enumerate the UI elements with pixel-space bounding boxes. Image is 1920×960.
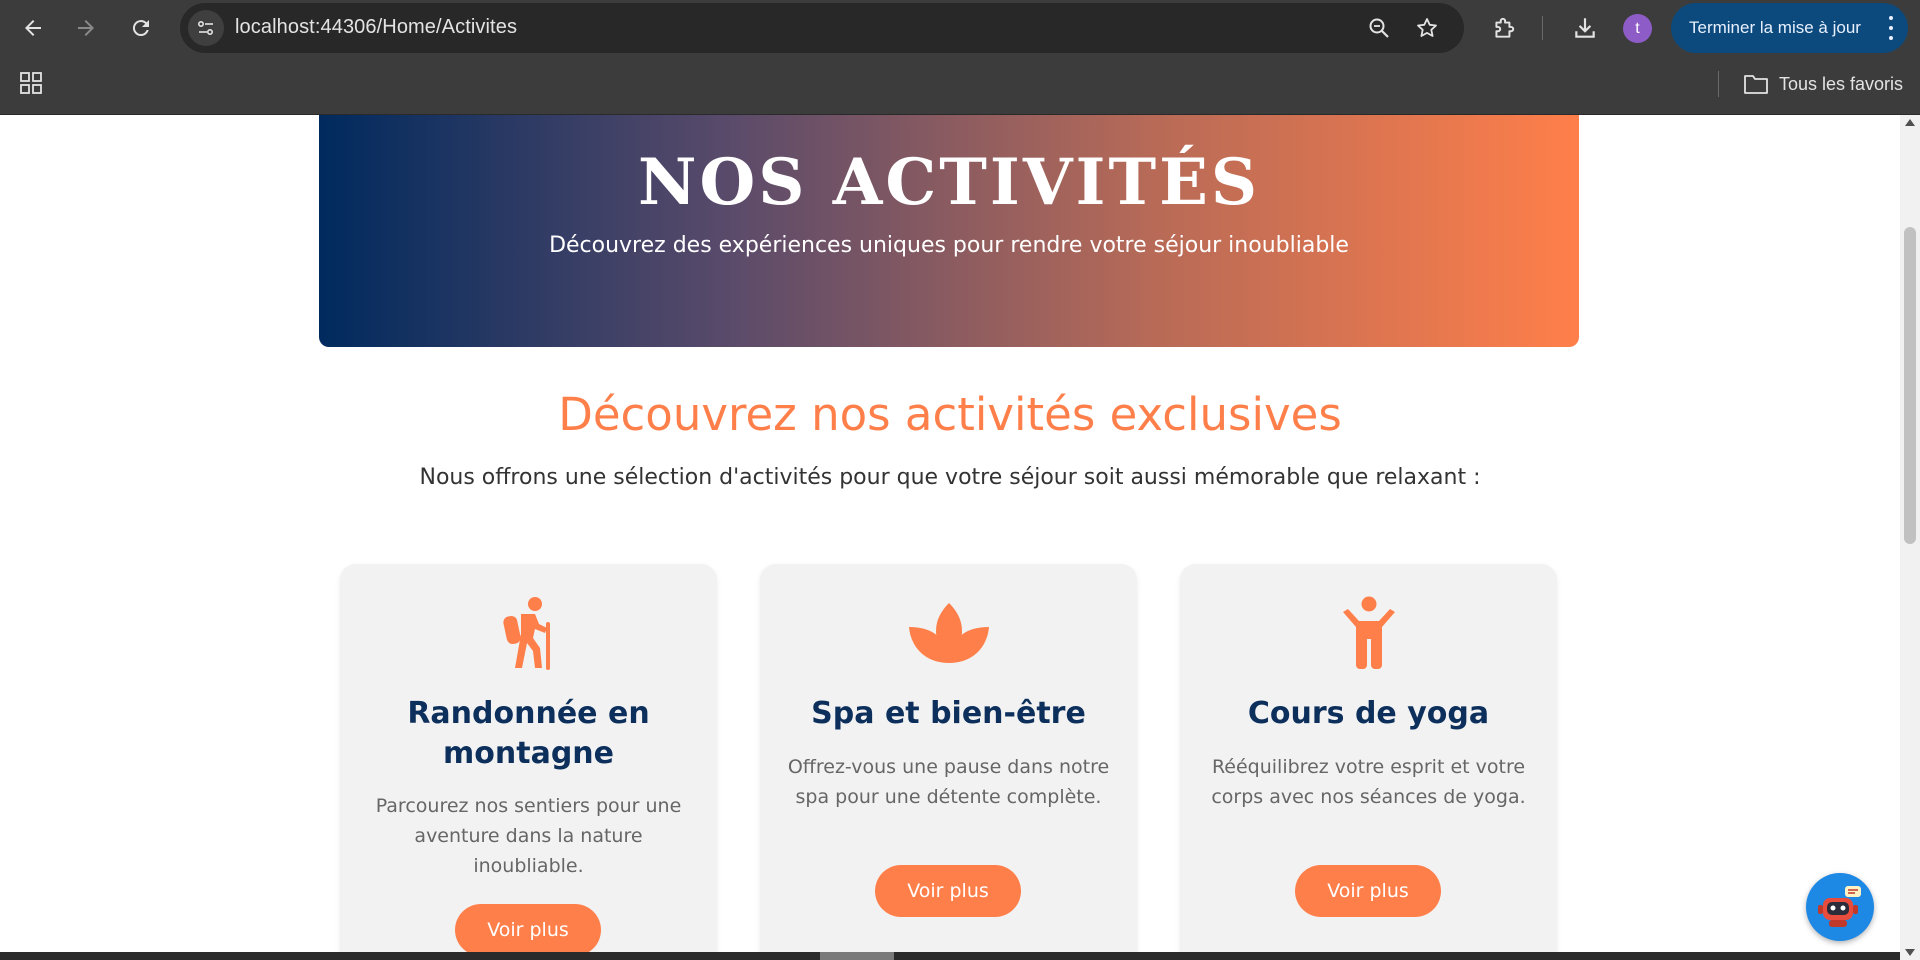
zoom-icon bbox=[1369, 18, 1389, 38]
horizontal-scrollbar-thumb[interactable] bbox=[820, 952, 894, 960]
toolbar-divider bbox=[1542, 16, 1543, 40]
card-title: Spa et bien-être bbox=[811, 696, 1086, 731]
hero-subtitle: Découvrez des expériences uniques pour r… bbox=[549, 233, 1349, 258]
url-host: localhost bbox=[235, 16, 315, 38]
download-icon bbox=[1575, 18, 1595, 38]
scroll-up-arrow-icon[interactable] bbox=[1905, 119, 1915, 126]
card-description: Rééquilibrez votre esprit et votre corps… bbox=[1211, 756, 1526, 808]
card-title: Randonnée en montagne bbox=[407, 696, 650, 771]
forward-button[interactable] bbox=[68, 10, 104, 46]
chatbot-button[interactable] bbox=[1806, 873, 1874, 941]
card-title: Cours de yoga bbox=[1247, 696, 1490, 731]
profile-avatar[interactable]: t bbox=[1623, 14, 1652, 43]
vertical-scrollbar-thumb[interactable] bbox=[1904, 227, 1916, 544]
see-more-button-spa[interactable]: Voir plus bbox=[875, 865, 1021, 917]
spa-icon bbox=[760, 595, 1137, 671]
menu-icon bbox=[1888, 16, 1894, 40]
star-icon bbox=[1417, 18, 1437, 37]
update-label: Terminer la mise à jour bbox=[1689, 18, 1861, 37]
address-bar[interactable]: localhost:44306/Home/Activites bbox=[180, 3, 1464, 53]
scroll-down-arrow-icon[interactable] bbox=[1905, 949, 1915, 956]
hero-banner: NOS ACTIVITÉS Découvrez des expériences … bbox=[319, 115, 1579, 347]
downloads-button[interactable] bbox=[1571, 14, 1599, 42]
card-description: Offrez-vous une pause dans notre spa pou… bbox=[787, 756, 1110, 808]
robot-icon bbox=[1818, 886, 1861, 927]
bookmarks-bar: Tous les favoris bbox=[0, 56, 1920, 115]
activity-card-yoga: Cours de yoga Rééquilibrez votre esprit … bbox=[1180, 564, 1557, 960]
zoom-button[interactable] bbox=[1366, 15, 1392, 41]
update-button[interactable]: Terminer la mise à jour bbox=[1671, 3, 1908, 53]
folder-icon bbox=[1744, 75, 1768, 94]
forward-icon bbox=[78, 20, 94, 36]
extensions-button[interactable] bbox=[1490, 14, 1518, 42]
site-info-button[interactable] bbox=[188, 10, 224, 46]
see-more-button-hiking[interactable]: Voir plus bbox=[455, 904, 601, 956]
section-title: Découvrez nos activités exclusives bbox=[558, 388, 1342, 441]
bookmarks-divider bbox=[1718, 71, 1719, 97]
reload-button[interactable] bbox=[123, 10, 159, 46]
hiking-icon bbox=[340, 595, 717, 671]
page-viewport: NOS ACTIVITÉS Découvrez des expériences … bbox=[0, 115, 1900, 960]
browser-toolbar: localhost:44306/Home/Activites t Termine… bbox=[0, 0, 1920, 56]
card-description: Parcourez nos sentiers pour une aventure… bbox=[375, 795, 682, 877]
url-path: :44306/Home/Activites bbox=[314, 16, 518, 38]
all-bookmarks-label: Tous les favoris bbox=[1779, 73, 1904, 94]
activity-card-hiking: Randonnée en montagne Parcourez nos sent… bbox=[340, 564, 717, 960]
yoga-icon bbox=[1180, 595, 1557, 671]
hero-title: NOS ACTIVITÉS bbox=[637, 145, 1261, 220]
url-text[interactable]: localhost:44306/Home/Activites bbox=[235, 16, 517, 39]
vertical-scrollbar[interactable] bbox=[1900, 115, 1920, 960]
bookmark-star-button[interactable] bbox=[1414, 15, 1440, 41]
apps-icon[interactable] bbox=[19, 71, 43, 95]
activity-card-spa: Spa et bien-être Offrez-vous une pause d… bbox=[760, 564, 1137, 960]
site-info-icon bbox=[197, 20, 214, 36]
section-intro: Nous offrons une sélection d'activités p… bbox=[419, 465, 1481, 490]
see-more-button-yoga[interactable]: Voir plus bbox=[1295, 865, 1441, 917]
all-bookmarks-folder[interactable]: Tous les favoris bbox=[1743, 71, 1903, 97]
back-icon bbox=[25, 20, 41, 36]
reload-icon bbox=[132, 20, 149, 37]
extensions-icon bbox=[1495, 17, 1515, 38]
back-button[interactable] bbox=[15, 10, 51, 46]
horizontal-scrollbar[interactable] bbox=[0, 952, 1900, 960]
